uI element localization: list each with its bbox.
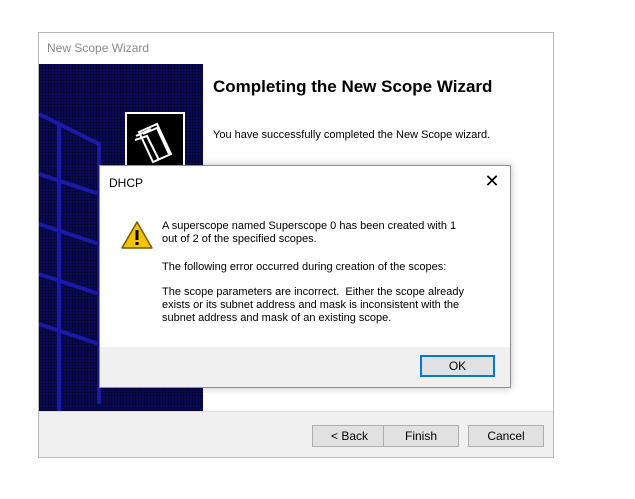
- folder-icon: [125, 112, 185, 172]
- warning-icon: [121, 221, 153, 249]
- dialog-message-error-detail: The scope parameters are incorrect. Eith…: [162, 286, 465, 324]
- wizard-completion-text: You have successfully completed the New …: [213, 129, 491, 141]
- close-icon[interactable]: ✕: [480, 170, 504, 192]
- back-button[interactable]: < Back: [312, 425, 387, 447]
- wizard-heading: Completing the New Scope Wizard: [213, 77, 493, 96]
- cancel-button[interactable]: Cancel: [468, 425, 544, 447]
- dialog-title: DHCP: [109, 176, 144, 190]
- dhcp-error-dialog: DHCP ✕ A superscope named Superscope 0 h…: [99, 165, 511, 388]
- ok-button[interactable]: OK: [420, 355, 495, 377]
- dialog-message-superscope: A superscope named Superscope 0 has been…: [162, 220, 457, 245]
- dialog-message-error-intro: The following error occurred during crea…: [162, 261, 447, 273]
- wizard-title: New Scope Wizard: [47, 41, 150, 55]
- finish-button[interactable]: Finish: [383, 425, 459, 447]
